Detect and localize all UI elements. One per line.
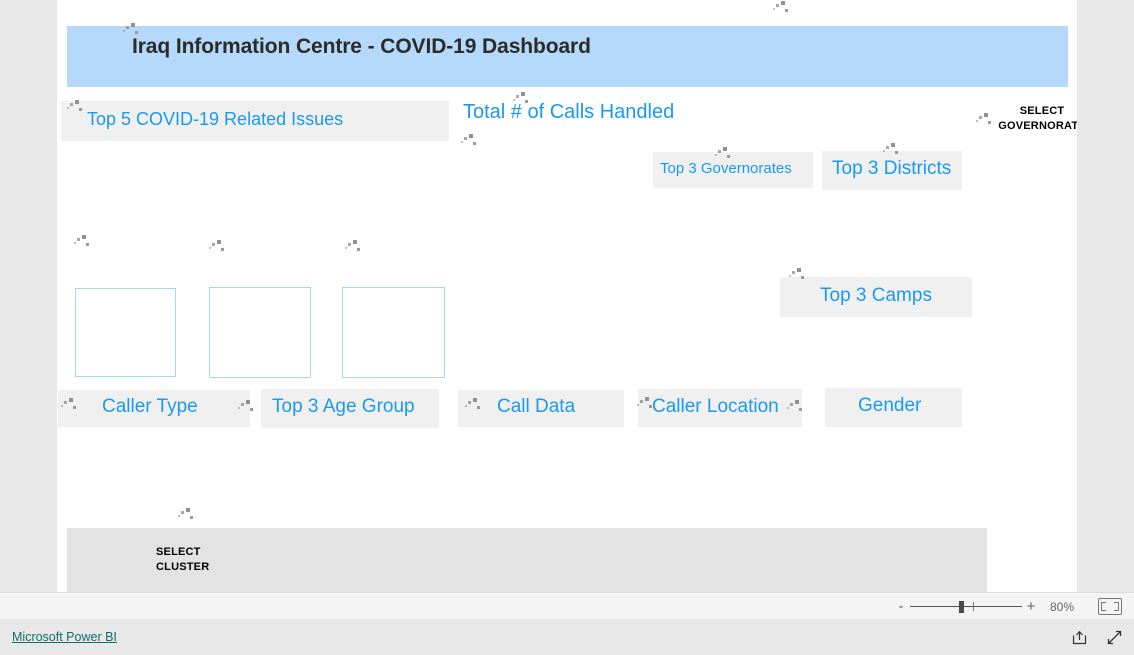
slicer-label: SELECT CLUSTER: [156, 546, 210, 573]
slicer-select-cluster[interactable]: SELECT CLUSTER: [67, 528, 987, 592]
chart-placeholder-box[interactable]: [342, 287, 445, 378]
loading-spinner: [177, 507, 199, 527]
loading-spinner: [208, 239, 230, 259]
loading-spinner: [60, 397, 82, 417]
loading-spinner: [772, 0, 794, 20]
zoom-slider-rail: [910, 605, 1022, 607]
visual-title: Top 3 Districts: [832, 158, 952, 179]
zoom-slider-tick: [973, 601, 974, 611]
visual-caller-type[interactable]: Caller Type: [58, 390, 250, 427]
visual-call-data[interactable]: Call Data: [458, 390, 624, 427]
zoom-slider-handle[interactable]: [959, 600, 964, 613]
share-icon[interactable]: [1071, 629, 1088, 646]
loading-spinner: [464, 397, 486, 417]
page-title: Iraq Information Centre - COVID-19 Dashb…: [132, 35, 591, 58]
fit-to-page-icon[interactable]: [1098, 598, 1122, 615]
visual-title: Call Data: [497, 396, 576, 417]
powerbi-link[interactable]: Microsoft Power BI: [12, 630, 117, 644]
visual-title: Gender: [858, 395, 922, 416]
zoom-controls[interactable]: - + 80%: [892, 593, 1122, 620]
visual-top3-camps[interactable]: Top 3 Camps: [780, 268, 972, 317]
loading-spinner: [66, 99, 88, 119]
visual-top3-districts[interactable]: Top 3 Districts: [822, 143, 962, 190]
chart-placeholder-box[interactable]: [209, 287, 311, 378]
loading-spinner: [73, 234, 95, 254]
slicer-select-governorate[interactable]: SELECT GOVERNORATE: [962, 98, 1077, 134]
visual-top3-governorates[interactable]: Top 3 Governorates: [653, 147, 813, 188]
zoom-in-button[interactable]: +: [1022, 599, 1040, 614]
visual-title: Top 3 Age Group: [272, 396, 415, 417]
visual-title: Caller Location: [652, 396, 779, 417]
zoom-level-label: 80%: [1049, 599, 1075, 614]
zoom-slider[interactable]: [910, 600, 1022, 614]
visual-title: Top 5 COVID-19 Related Issues: [87, 109, 344, 129]
slicer-label: SELECT GOVERNORATE: [998, 105, 1077, 132]
visual-caller-location[interactable]: Caller Location: [637, 389, 802, 427]
report-title-banner: Iraq Information Centre - COVID-19 Dashb…: [67, 23, 1068, 87]
visual-title: Top 3 Camps: [820, 285, 932, 306]
visual-top3-age-group[interactable]: Top 3 Age Group: [261, 389, 439, 428]
footer-bar: Microsoft Power BI: [0, 619, 1134, 655]
fullscreen-expand-icon[interactable]: [1106, 629, 1123, 646]
visual-title: Total # of Calls Handled: [463, 101, 675, 123]
report-canvas[interactable]: Iraq Information Centre - COVID-19 Dashb…: [57, 0, 1077, 592]
visual-total-calls[interactable]: Total # of Calls Handled: [457, 92, 757, 135]
visual-gender[interactable]: Gender: [825, 388, 962, 427]
status-bar: - + 80%: [0, 592, 1134, 621]
loading-spinner: [460, 133, 482, 153]
visual-title: Top 3 Governorates: [660, 160, 792, 177]
loading-spinner: [344, 239, 366, 259]
chart-placeholder-box[interactable]: [75, 288, 176, 377]
visual-top5-issues[interactable]: Top 5 COVID-19 Related Issues: [61, 99, 449, 141]
loading-spinner: [788, 267, 810, 287]
visual-title: Caller Type: [102, 396, 198, 417]
zoom-out-button[interactable]: -: [892, 599, 910, 614]
